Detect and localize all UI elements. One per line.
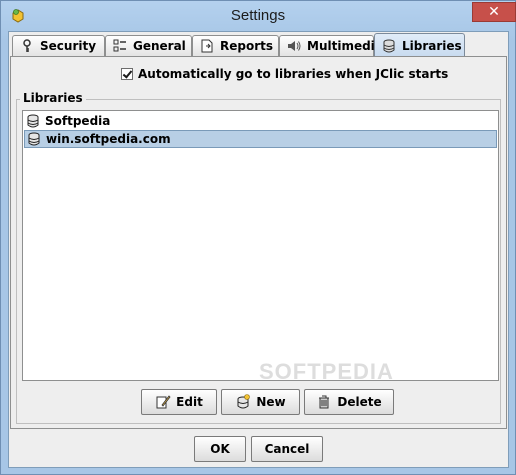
- database-icon: [27, 132, 41, 146]
- tab-general-label: General: [133, 39, 186, 53]
- auto-libraries-option[interactable]: Automatically go to libraries when JClic…: [121, 67, 448, 81]
- settings-window: Settings ✕ Security General Reports Mult…: [0, 0, 516, 475]
- new-library-icon: [235, 394, 251, 410]
- new-button[interactable]: New: [221, 389, 300, 415]
- tab-multimedia[interactable]: Multimedia: [279, 35, 383, 56]
- close-icon: ✕: [488, 4, 500, 20]
- title-bar[interactable]: Settings ✕: [1, 1, 516, 31]
- key-icon: [20, 39, 34, 53]
- ok-button[interactable]: OK: [194, 436, 246, 462]
- database-icon: [26, 114, 40, 128]
- close-button[interactable]: ✕: [472, 2, 516, 22]
- edit-icon: [155, 394, 171, 410]
- list-item[interactable]: win.softpedia.com: [24, 130, 497, 148]
- auto-libraries-checkbox[interactable]: [121, 68, 133, 80]
- report-icon: [200, 39, 214, 53]
- new-label: New: [256, 395, 286, 409]
- tab-reports-label: Reports: [220, 39, 274, 53]
- libraries-list[interactable]: Softpedia win.softpedia.com: [22, 110, 499, 381]
- tab-security[interactable]: Security: [12, 35, 105, 56]
- tab-libraries[interactable]: Libraries: [374, 33, 465, 57]
- cancel-label: Cancel: [264, 442, 310, 456]
- tab-security-label: Security: [40, 39, 97, 53]
- edit-label: Edit: [176, 395, 203, 409]
- tab-reports[interactable]: Reports: [192, 35, 279, 56]
- tab-multimedia-label: Multimedia: [307, 39, 383, 53]
- list-item[interactable]: Softpedia: [24, 112, 497, 130]
- library-name: Softpedia: [45, 114, 111, 128]
- library-name: win.softpedia.com: [46, 132, 171, 146]
- auto-libraries-label: Automatically go to libraries when JClic…: [138, 67, 449, 81]
- cancel-button[interactable]: Cancel: [251, 436, 323, 462]
- dialog-body: Security General Reports Multimedia Libr…: [8, 31, 509, 468]
- speaker-icon: [287, 39, 301, 53]
- trash-icon: [316, 394, 332, 410]
- tab-libraries-label: Libraries: [402, 38, 462, 53]
- delete-label: Delete: [337, 395, 382, 409]
- ok-label: OK: [210, 442, 230, 456]
- edit-button[interactable]: Edit: [141, 389, 217, 415]
- tab-general[interactable]: General: [105, 35, 192, 56]
- window-title: Settings: [230, 7, 286, 24]
- softpedia-watermark: SOFTPEDIA: [259, 359, 394, 384]
- settings-list-icon: [113, 39, 127, 53]
- database-icon: [382, 39, 396, 53]
- delete-button[interactable]: Delete: [304, 389, 394, 415]
- libraries-group-label: Libraries: [20, 91, 86, 105]
